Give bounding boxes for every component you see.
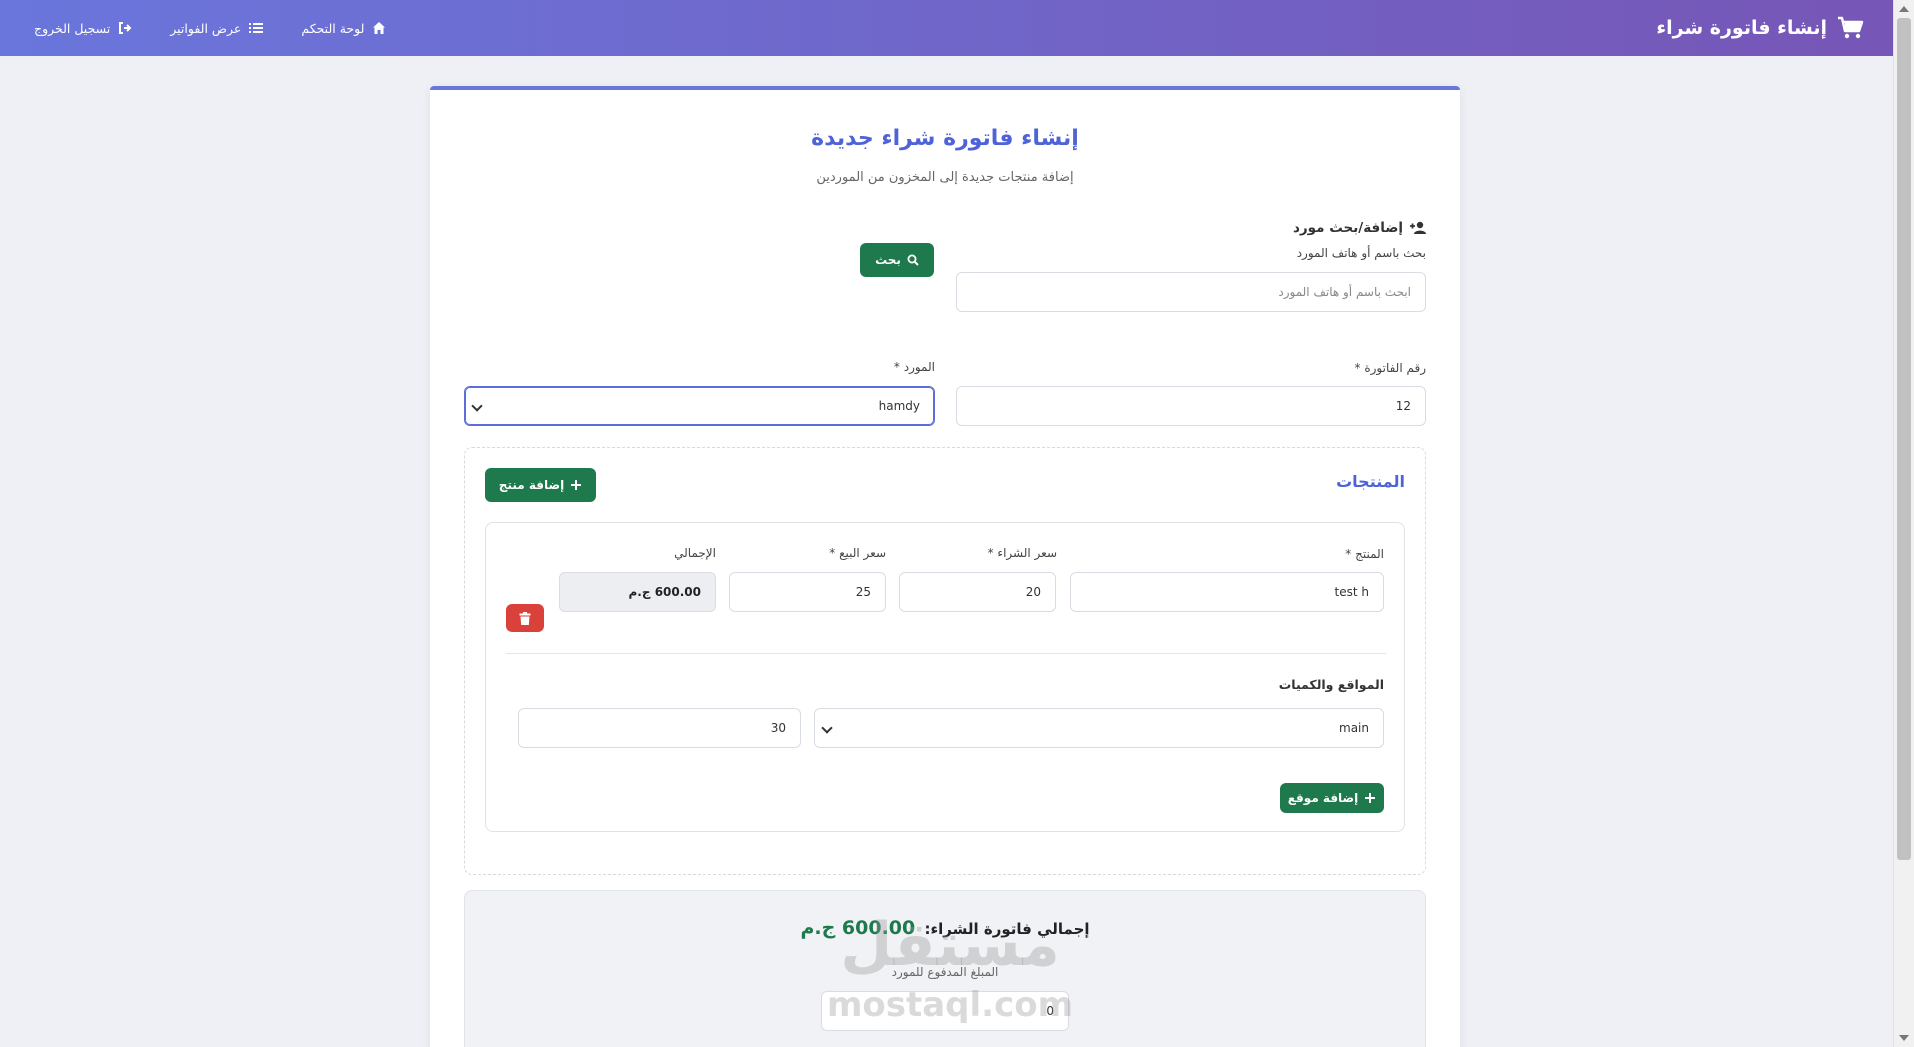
product-label: المنتج * [1345, 547, 1384, 561]
cart-icon [1838, 16, 1864, 39]
supplier-search-label: بحث باسم أو هاتف المورد [1296, 246, 1426, 260]
purchase-price-label: سعر الشراء * [987, 546, 1057, 560]
add-product-button[interactable]: إضافة منتج [485, 468, 596, 502]
sign-out-icon [119, 22, 132, 34]
supplier-search-input[interactable]: ابحث باسم أو هاتف المورد [956, 272, 1426, 312]
total-label: الإجمالي [674, 546, 716, 560]
page-title: إنشاء فاتورة شراء جديدة [811, 126, 1079, 151]
nav-link-invoices[interactable]: عرض الفواتير [170, 20, 264, 36]
supplier-search-button-label: بحث [875, 253, 901, 267]
trash-icon [519, 611, 531, 625]
user-plus-icon [1410, 221, 1426, 234]
divider [506, 653, 1386, 654]
plus-icon [571, 480, 582, 490]
nav-link-dashboard-label: لوحة التحكم [301, 20, 365, 36]
invoice-form-card: إنشاء فاتورة شراء جديدة إضافة منتجات جدي… [430, 86, 1460, 1047]
nav-link-invoices-label: عرض الفواتير [170, 20, 242, 36]
purchase-price-input[interactable]: 20 [899, 572, 1056, 612]
nav-link-dashboard[interactable]: لوحة التحكم [301, 21, 386, 36]
products-title: المنتجات [1336, 472, 1405, 491]
supplier-search-heading: إضافة/بحث مورد [1293, 220, 1427, 236]
scroll-down-icon[interactable] [1899, 1035, 1909, 1041]
product-item: المنتج * test h سعر الشراء * 20 سعر البي… [485, 522, 1405, 832]
search-icon [907, 254, 919, 266]
location-select-value: main [1339, 721, 1369, 735]
add-product-button-label: إضافة منتج [498, 478, 565, 492]
home-icon [373, 22, 386, 34]
locations-title: المواقع والكميات [1278, 677, 1384, 692]
supplier-select[interactable]: hamdy [464, 386, 935, 426]
nav-link-logout[interactable]: تسجيل الخروج [34, 21, 132, 36]
scroll-up-icon[interactable] [1899, 6, 1909, 12]
navbar-brand[interactable]: إنشاء فاتورة شراء [1656, 16, 1865, 40]
page-subtitle: إضافة منتجات جديدة إلى المخزون من المورد… [816, 170, 1074, 185]
sale-price-input[interactable]: 25 [729, 572, 886, 612]
plus-icon [1365, 793, 1376, 803]
brand-label: إنشاء فاتورة شراء [1656, 17, 1827, 39]
supplier-search-heading-label: إضافة/بحث مورد [1292, 220, 1403, 236]
add-location-button-label: إضافة موقع [1287, 791, 1359, 805]
supplier-search-button[interactable]: بحث [860, 243, 934, 277]
invoice-number-input[interactable]: 12 [956, 386, 1426, 426]
top-navbar: إنشاء فاتورة شراء لوحة التحكم عرض الفوات… [0, 0, 1893, 56]
nav-links: لوحة التحكم عرض الفواتير تسجيل الخروج [34, 21, 386, 36]
products-section: المنتجات إضافة منتج المنتج * test h سعر … [464, 447, 1426, 875]
invoice-number-label: رقم الفاتورة * [1354, 361, 1426, 375]
nav-link-logout-label: تسجيل الخروج [34, 20, 111, 36]
watermark-text: mostaql.com [826, 985, 1074, 1025]
line-total-value: 600.00 ج.م [559, 572, 716, 612]
scrollbar-thumb[interactable] [1897, 18, 1911, 860]
quantity-input[interactable]: 30 [518, 708, 801, 748]
supplier-select-label: المورد * [893, 360, 935, 374]
product-input[interactable]: test h [1070, 572, 1384, 612]
add-location-button[interactable]: إضافة موقع [1280, 783, 1384, 813]
watermark-logo: مستقل [840, 910, 1060, 980]
chevron-down-icon [471, 400, 483, 412]
delete-product-button[interactable] [506, 604, 544, 632]
supplier-select-value: hamdy [878, 399, 920, 413]
vertical-scrollbar[interactable] [1893, 0, 1914, 1047]
sale-price-label: سعر البيع * [829, 546, 886, 560]
chevron-down-icon [821, 722, 833, 734]
location-select[interactable]: main [814, 708, 1384, 748]
list-icon [249, 23, 264, 33]
